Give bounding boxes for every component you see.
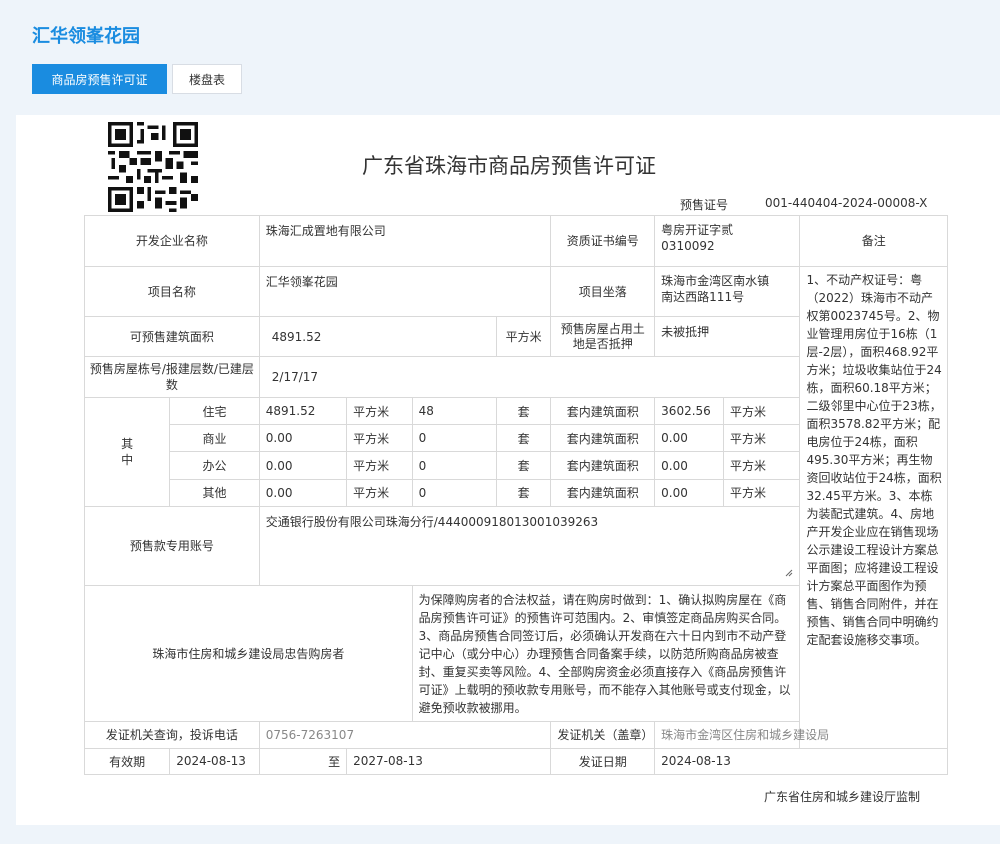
page-header: 汇华领峯花园 商品房预售许可证 楼盘表 [0, 0, 1000, 115]
count-office: 0 [411, 451, 497, 480]
tab-presale-license[interactable]: 商品房预售许可证 [32, 64, 167, 94]
building-label: 预售房屋栋号/报建层数/已建层数 [84, 356, 260, 398]
project-label: 项目名称 [84, 265, 260, 318]
developer-label: 开发企业名称 [84, 215, 260, 267]
hotline-label: 发证机关查询，投诉电话 [84, 721, 260, 749]
document-title: 广东省珠海市商品房预售许可证 [362, 154, 656, 178]
type-office: 办公 [169, 451, 260, 480]
presale-area-unit: 平方米 [495, 316, 552, 358]
hotline-value: 0756-7263107 [258, 721, 552, 749]
area-office: 0.00 [258, 451, 348, 480]
validity-to-label: 至 [258, 747, 348, 776]
location-label: 项目坐落 [550, 265, 656, 318]
account-field[interactable]: 交通银行股份有限公司珠海分行/444000918013001039263 [258, 506, 801, 586]
resize-handle-icon[interactable] [785, 569, 793, 577]
count-commercial: 0 [411, 424, 497, 453]
unit-set: 套 [495, 424, 552, 453]
mortgage-value: 未被抵押 [654, 316, 801, 358]
account-value: 交通银行股份有限公司珠海分行/444000918013001039263 [265, 515, 599, 530]
unit-sqm: 平方米 [722, 396, 801, 426]
unit-set: 套 [495, 478, 552, 508]
inner-area-label: 套内建筑面积 [550, 424, 656, 453]
inner-area-label: 套内建筑面积 [550, 478, 656, 508]
type-commercial: 商业 [169, 424, 260, 453]
issuer-label: 发证机关（盖章） [550, 721, 656, 749]
building-value: 2/17/17 [258, 356, 801, 398]
valid-to: 2027-08-13 [346, 747, 552, 776]
mortgage-label: 预售房屋占用土地是否抵押 [550, 316, 656, 358]
remark-label: 备注 [799, 215, 948, 267]
area-other: 0.00 [258, 478, 348, 508]
remarks-value: 1、不动产权证号：粤（2022）珠海市不动产权第0023745号。2、物业管理用… [799, 265, 948, 749]
supervision-note: 广东省住房和城乡建设厅监制 [764, 790, 921, 804]
presale-area-label: 可预售建筑面积 [84, 316, 260, 358]
license-table: 开发企业名称 珠海汇成置地有限公司 资质证书编号 粤房开证字贰 0310092 … [83, 215, 948, 776]
issue-date-value: 2024-08-13 [654, 747, 948, 776]
inner-area-label: 套内建筑面积 [550, 396, 656, 426]
validity-label: 有效期 [83, 747, 171, 776]
developer-value: 珠海汇成置地有限公司 [258, 215, 552, 267]
unit-sqm: 平方米 [722, 424, 801, 453]
unit-sqm: 平方米 [346, 451, 413, 480]
inner-area-label: 套内建筑面积 [550, 451, 656, 480]
license-number-label: 预售证号 [680, 198, 729, 212]
type-other: 其他 [169, 478, 260, 508]
inner-area-residential: 3602.56 [654, 396, 724, 426]
warning-label: 珠海市住房和城乡建设局忠告购房者 [84, 584, 413, 723]
among-label: 其 中 [83, 396, 171, 508]
type-residential: 住宅 [169, 396, 260, 426]
project-title: 汇华领峯花园 [32, 26, 140, 47]
qualification-value: 粤房开证字贰 0310092 [654, 215, 801, 267]
issue-date-label: 发证日期 [550, 747, 656, 776]
tab-building-table[interactable]: 楼盘表 [172, 64, 242, 94]
unit-set: 套 [495, 396, 552, 426]
unit-sqm: 平方米 [346, 424, 413, 453]
warning-text: 为保障购房者的合法权益，请在购房时做到：1、确认拟购房屋在《商品房预售许可证》的… [411, 584, 801, 723]
valid-from: 2024-08-13 [169, 747, 260, 776]
count-other: 0 [411, 478, 497, 508]
inner-area-other: 0.00 [654, 478, 724, 508]
project-value: 汇华领峯花园 [258, 265, 552, 318]
account-label: 预售款专用账号 [84, 506, 260, 586]
inner-area-commercial: 0.00 [654, 424, 724, 453]
unit-sqm: 平方米 [346, 396, 413, 426]
count-residential: 48 [411, 396, 497, 426]
location-value: 珠海市金湾区南水镇 南达西路111号 [654, 265, 801, 318]
unit-sqm: 平方米 [722, 451, 801, 480]
unit-set: 套 [495, 451, 552, 480]
qualification-label: 资质证书编号 [550, 215, 656, 267]
unit-sqm: 平方米 [346, 478, 413, 508]
issuer-value: 珠海市金湾区住房和城乡建设局 [654, 721, 948, 749]
inner-area-office: 0.00 [654, 451, 724, 480]
presale-area-value: 4891.52 [258, 316, 497, 358]
license-number: 001-440404-2024-00008-X [765, 196, 928, 210]
unit-sqm: 平方米 [722, 478, 801, 508]
qr-code-icon[interactable] [108, 122, 198, 212]
area-commercial: 0.00 [258, 424, 348, 453]
area-residential: 4891.52 [258, 396, 348, 426]
